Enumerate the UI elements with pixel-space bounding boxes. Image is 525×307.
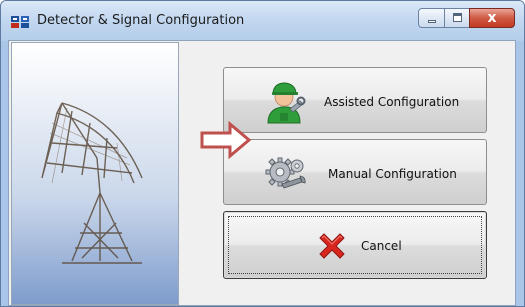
red-x-icon <box>319 233 345 259</box>
side-image-panel <box>11 42 179 305</box>
minimize-button[interactable] <box>418 8 445 28</box>
dialog-body: Assisted Configuration Manual Configurat… <box>8 40 516 306</box>
assisted-configuration-label: Assisted Configuration <box>324 95 460 109</box>
technician-icon <box>267 82 306 124</box>
satellite-dish-image <box>41 102 143 264</box>
manual-configuration-label: Manual Configuration <box>328 167 457 181</box>
red-arrow-icon <box>200 121 252 159</box>
window-title: Detector & Signal Configuration <box>37 13 245 28</box>
maximize-button[interactable] <box>444 8 470 28</box>
manual-configuration-button[interactable]: Manual Configuration <box>223 139 487 205</box>
close-icon: x <box>487 10 497 26</box>
title-bar[interactable]: Detector & Signal Configuration x <box>1 1 524 41</box>
close-button[interactable]: x <box>469 8 515 28</box>
dialog-window: Detector & Signal Configuration x Assist… <box>0 0 525 307</box>
assisted-configuration-button[interactable]: Assisted Configuration <box>223 67 487 133</box>
gears-wrench-icon <box>265 157 306 189</box>
cancel-label: Cancel <box>361 239 402 253</box>
cancel-button[interactable]: Cancel <box>223 211 487 279</box>
app-icon <box>11 16 29 28</box>
